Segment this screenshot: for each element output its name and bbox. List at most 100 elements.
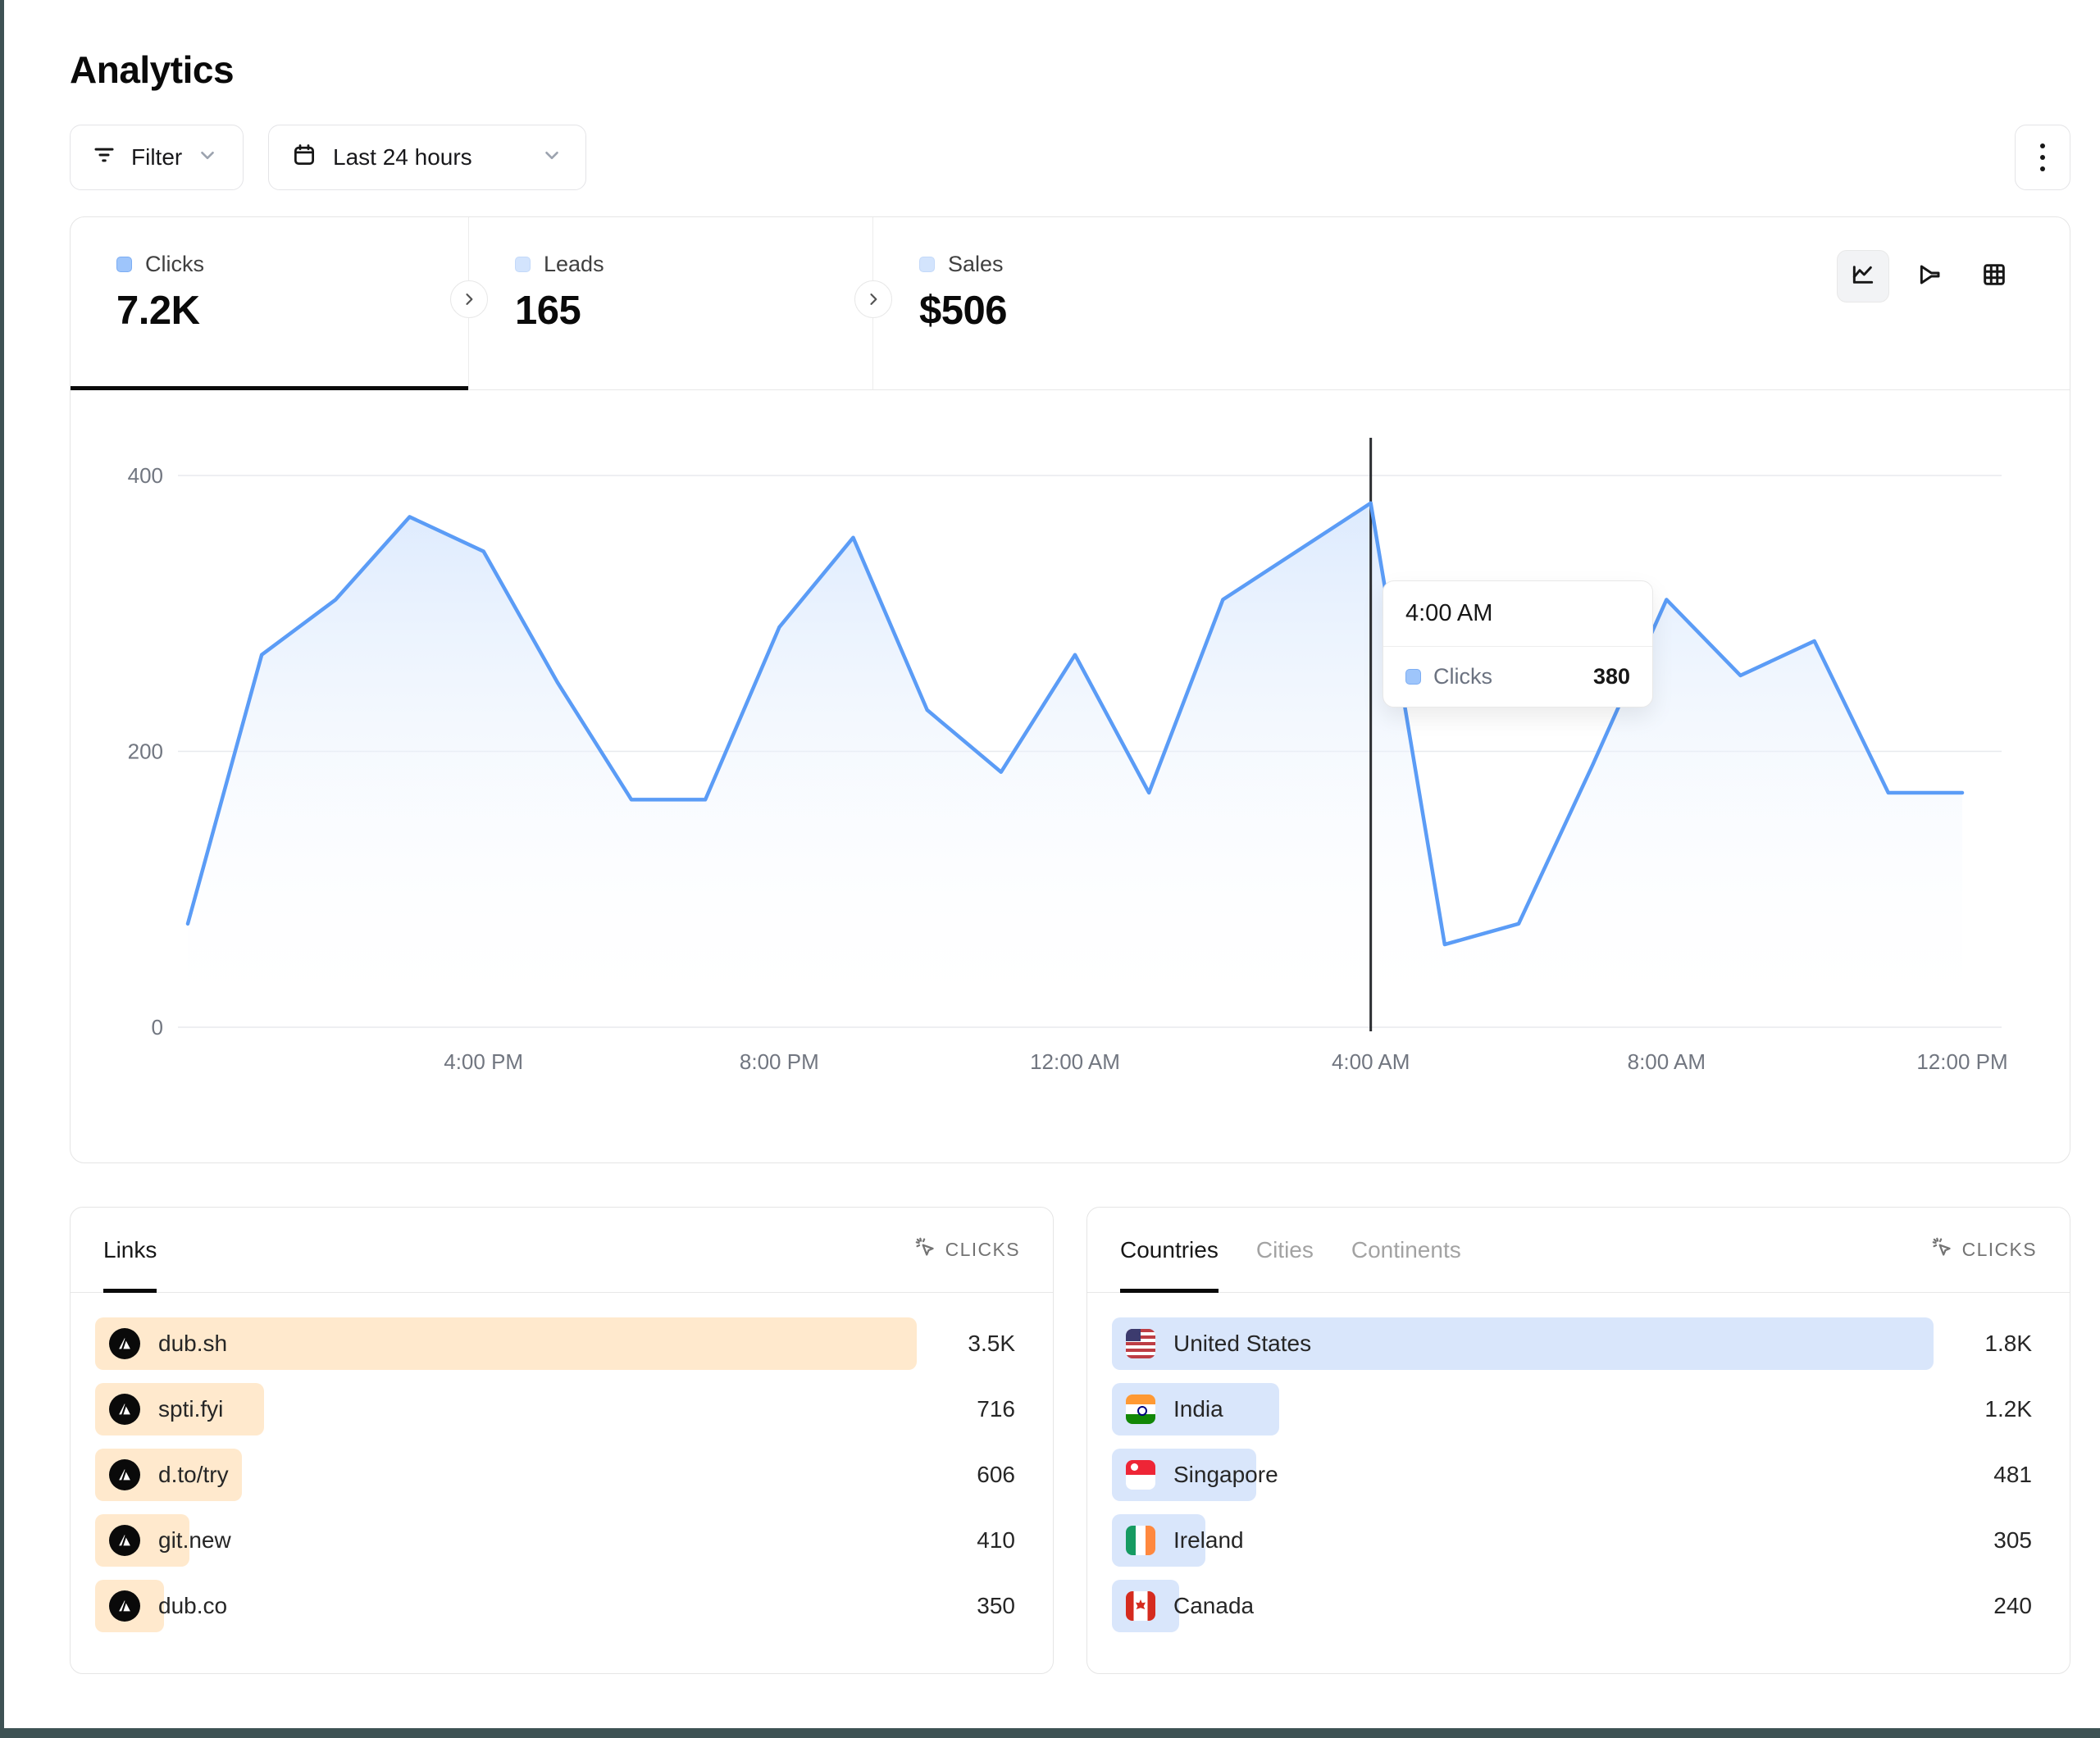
chart-canvas[interactable]: 02004004:00 PM8:00 PM12:00 AM4:00 AM8:00…: [71, 390, 2069, 1162]
bar-area: Singapore: [1112, 1449, 1934, 1501]
svg-text:200: 200: [128, 739, 163, 764]
funnel-view-button[interactable]: [1907, 253, 1953, 299]
chart-view-switcher: [1837, 250, 2017, 303]
filter-button[interactable]: Filter: [70, 125, 244, 190]
link-label: git.new: [158, 1527, 231, 1554]
dub-logo-icon: [109, 1459, 140, 1490]
clicks-value: 7.2K: [116, 288, 468, 334]
link-label: dub.sh: [158, 1331, 227, 1357]
window-edge-left: [0, 0, 4, 1738]
leads-tab-label: Leads: [544, 252, 604, 277]
leads-legend-square: [515, 257, 531, 272]
dub-logo-icon: [109, 1525, 140, 1556]
svg-text:8:00 AM: 8:00 AM: [1628, 1049, 1706, 1074]
links-panel: Links CLICKS dub.sh: [70, 1207, 1054, 1674]
bar-area: d.to/try: [95, 1449, 917, 1501]
tab-links[interactable]: Links: [103, 1208, 157, 1292]
analytics-page: Analytics Filter Last 24 hours: [70, 0, 2070, 1674]
country-clicks-value: 240: [1934, 1593, 2032, 1619]
country-label: India: [1173, 1396, 1223, 1422]
country-row[interactable]: United States 1.8K: [1112, 1317, 2032, 1370]
flag-icon-sg: [1126, 1460, 1155, 1490]
sales-tab-label: Sales: [948, 252, 1004, 277]
chart-tooltip: 4:00 AM Clicks 380: [1383, 580, 1653, 707]
clicks-tab-label: Clicks: [145, 252, 204, 277]
link-row[interactable]: d.to/try 606: [95, 1449, 1015, 1501]
bar-area: dub.sh: [95, 1317, 917, 1370]
cursor-click-icon: [1931, 1236, 1953, 1263]
more-options-button[interactable]: [2015, 125, 2070, 190]
date-range-button[interactable]: Last 24 hours: [268, 125, 586, 190]
bar-area: Canada: [1112, 1580, 1934, 1632]
country-clicks-value: 481: [1934, 1462, 2032, 1488]
dub-logo-icon: [109, 1590, 140, 1622]
link-clicks-value: 716: [917, 1396, 1015, 1422]
table-view-button[interactable]: [1971, 253, 2017, 299]
tab-leads[interactable]: Leads 165: [469, 217, 873, 389]
svg-text:12:00 PM: 12:00 PM: [1916, 1049, 2007, 1074]
bar-area: git.new: [95, 1514, 917, 1567]
sales-legend-square: [919, 257, 935, 272]
toolbar: Filter Last 24 hours: [70, 125, 2070, 190]
cursor-click-icon: [914, 1236, 936, 1263]
countries-panel-header: Countries Cities Continents CLICKS: [1087, 1208, 2070, 1293]
flag-icon-ie: [1126, 1526, 1155, 1555]
flag-icon-in: [1126, 1394, 1155, 1424]
tooltip-time: 4:00 AM: [1383, 581, 1652, 647]
clicks-timeseries-chart[interactable]: 02004004:00 PM8:00 PM12:00 AM4:00 AM8:00…: [71, 390, 2070, 1162]
link-label: dub.co: [158, 1593, 227, 1619]
chevron-down-icon: [197, 144, 218, 171]
bar-area: spti.fyi: [95, 1383, 917, 1435]
country-row[interactable]: Singapore 481: [1112, 1449, 2032, 1501]
tooltip-series-label: Clicks: [1433, 664, 1492, 689]
link-row[interactable]: dub.co 350: [95, 1580, 1015, 1632]
stats-tabs: Clicks 7.2K Leads 165 Sales $506: [71, 217, 2070, 390]
tab-clicks[interactable]: Clicks 7.2K: [71, 217, 469, 389]
filter-button-label: Filter: [131, 144, 182, 171]
expand-clicks-button[interactable]: [450, 280, 488, 318]
tooltip-legend-square: [1405, 669, 1421, 685]
tab-continents[interactable]: Continents: [1351, 1208, 1461, 1292]
country-clicks-value: 1.8K: [1934, 1331, 2032, 1357]
country-clicks-value: 305: [1934, 1527, 2032, 1554]
countries-metric-label: CLICKS: [1962, 1239, 2037, 1261]
link-row[interactable]: git.new 410: [95, 1514, 1015, 1567]
link-clicks-value: 606: [917, 1462, 1015, 1488]
tab-countries[interactable]: Countries: [1120, 1208, 1219, 1292]
countries-metric-selector[interactable]: CLICKS: [1931, 1236, 2037, 1263]
country-row[interactable]: India 1.2K: [1112, 1383, 2032, 1435]
filter-bars-icon: [92, 143, 116, 173]
flag-icon-ca: [1126, 1591, 1155, 1621]
expand-leads-button[interactable]: [854, 280, 892, 318]
bar-area: India: [1112, 1383, 1934, 1435]
kebab-menu-icon: [2040, 143, 2045, 171]
country-label: Singapore: [1173, 1462, 1278, 1488]
links-metric-selector[interactable]: CLICKS: [914, 1236, 1020, 1263]
line-chart-view-button[interactable]: [1837, 250, 1889, 303]
country-row[interactable]: Ireland 305: [1112, 1514, 2032, 1567]
link-clicks-value: 410: [917, 1527, 1015, 1554]
svg-text:400: 400: [128, 463, 163, 488]
svg-text:0: 0: [152, 1015, 163, 1040]
link-row[interactable]: spti.fyi 716: [95, 1383, 1015, 1435]
tab-sales[interactable]: Sales $506: [873, 217, 2070, 389]
flag-icon-us: [1126, 1329, 1155, 1358]
clicks-legend-square: [116, 257, 132, 272]
country-row[interactable]: Canada 240: [1112, 1580, 2032, 1632]
tab-cities[interactable]: Cities: [1256, 1208, 1314, 1292]
link-clicks-value: 3.5K: [917, 1331, 1015, 1357]
country-clicks-value: 1.2K: [1934, 1396, 2032, 1422]
chevron-down-icon: [541, 144, 563, 171]
leads-value: 165: [515, 288, 872, 334]
link-clicks-value: 350: [917, 1593, 1015, 1619]
tooltip-value: 380: [1593, 664, 1630, 689]
bar-area: United States: [1112, 1317, 1934, 1370]
date-range-label: Last 24 hours: [333, 144, 472, 171]
analytics-card: Clicks 7.2K Leads 165 Sales $506: [70, 216, 2070, 1163]
country-label: Canada: [1173, 1593, 1254, 1619]
bar-area: dub.co: [95, 1580, 917, 1632]
svg-text:4:00 PM: 4:00 PM: [444, 1049, 523, 1074]
calendar-icon: [292, 143, 317, 173]
link-row[interactable]: dub.sh 3.5K: [95, 1317, 1015, 1370]
page-title: Analytics: [70, 48, 2070, 92]
